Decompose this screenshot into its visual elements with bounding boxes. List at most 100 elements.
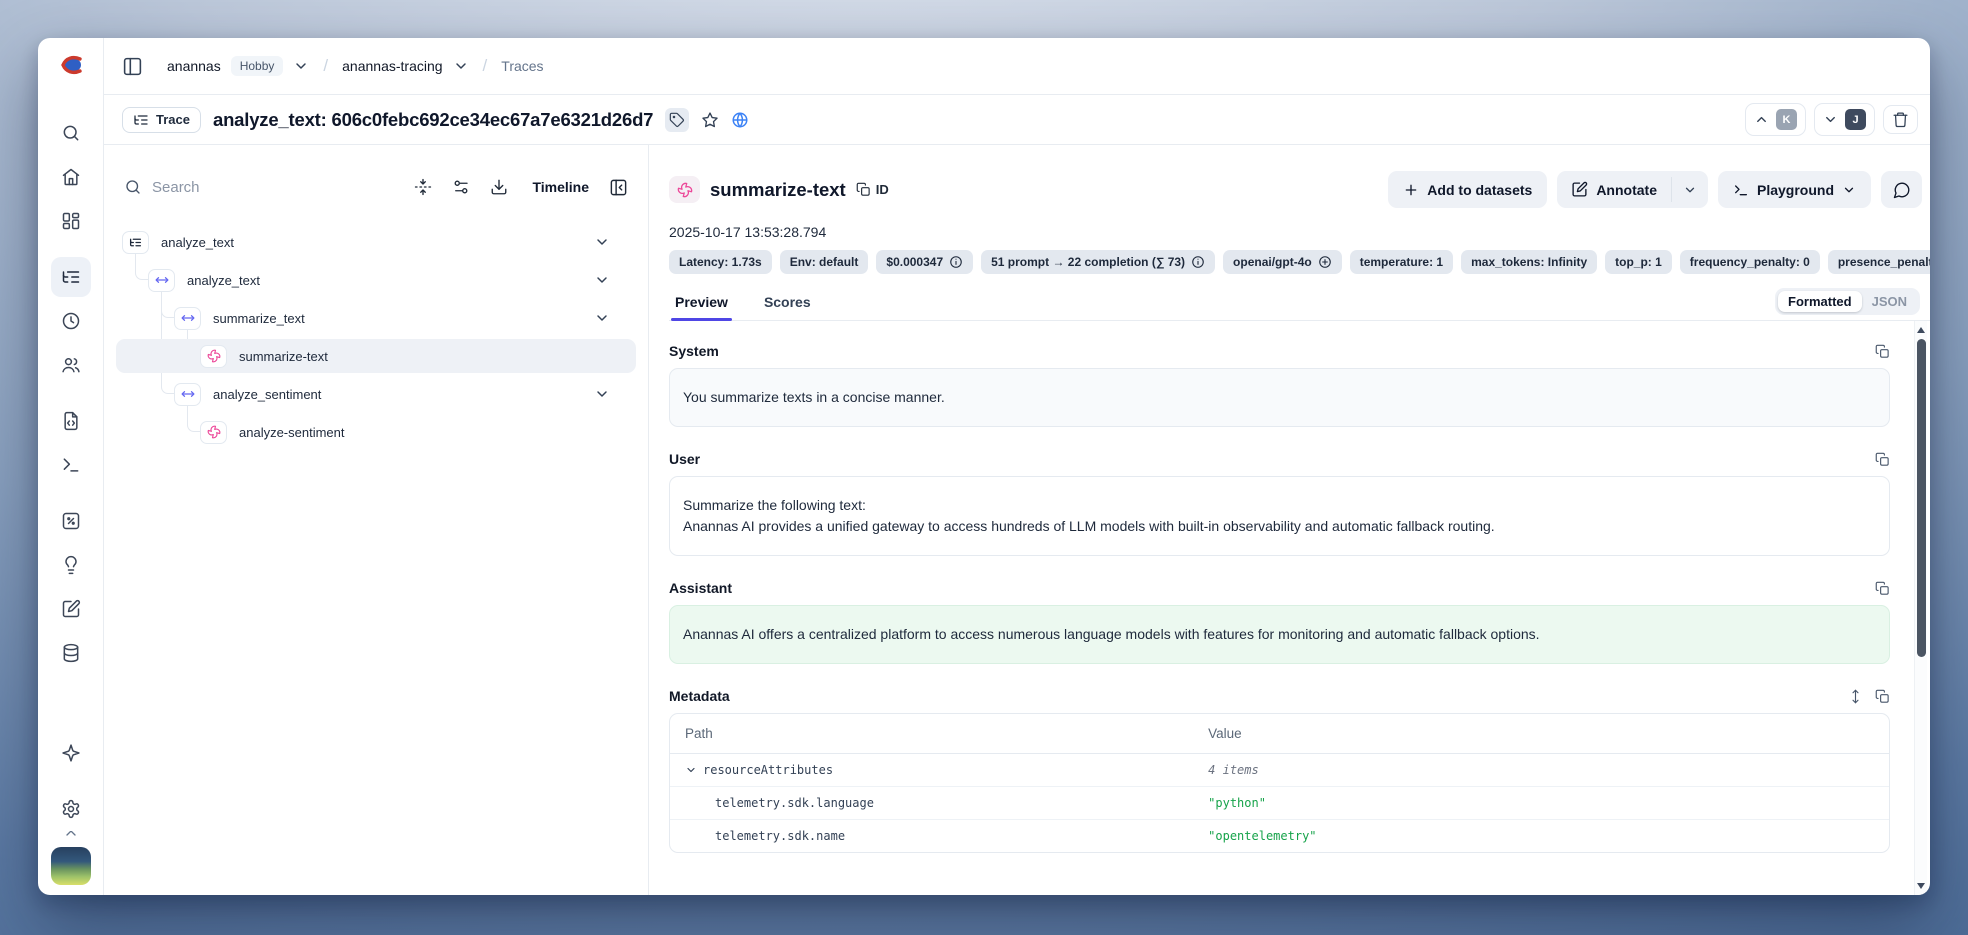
breadcrumb-separator: / [483,56,488,76]
top-p-badge: top_p: 1 [1605,250,1672,274]
fold-vertical-icon[interactable] [414,178,432,196]
tree-row[interactable]: analyze-sentiment [116,413,636,451]
copy-icon[interactable] [1875,689,1890,704]
playground-button[interactable]: Playground [1718,171,1871,208]
breadcrumb-section[interactable]: Traces [501,58,543,74]
detail-tabs: Preview Scores Formatted JSON [669,288,1930,321]
tag-icon[interactable] [665,108,689,132]
public-globe-icon[interactable] [731,111,749,129]
scroll-down-arrow[interactable] [1915,879,1927,893]
timeline-toggle[interactable]: Timeline [532,179,589,195]
table-row[interactable]: telemetry.sdk.language "python" [670,787,1889,820]
copy-id-button[interactable]: ID [856,182,889,197]
sidebar-item-datasets[interactable] [51,633,91,673]
collapse-panel-icon[interactable] [609,178,628,197]
sidebar-item-evaluators[interactable] [51,501,91,541]
format-formatted[interactable]: Formatted [1778,291,1862,312]
comments-button[interactable] [1881,171,1922,208]
copy-icon[interactable] [1875,344,1890,359]
vertical-scrollbar[interactable] [1914,321,1927,895]
workspace-avatar[interactable] [51,847,91,885]
scroll-up-arrow[interactable] [1915,323,1927,337]
sidebar-item-prompts[interactable] [51,401,91,441]
chevron-down-icon [1683,183,1697,197]
user-section: User Summarize the following text: Anann… [669,451,1890,556]
anannas-logo-icon[interactable] [58,54,84,81]
annotate-split-button: Annotate [1557,171,1708,208]
delete-trace-button[interactable] [1883,105,1918,134]
tree-row[interactable]: analyze_text [116,261,636,299]
breadcrumb-org[interactable]: anannas [167,58,221,74]
copy-icon[interactable] [1875,452,1890,467]
sidebar-item-dashboard[interactable] [51,201,91,241]
upgrade-sparkle-icon[interactable] [51,733,91,773]
collapse-chevron-icon[interactable] [594,234,610,250]
sidebar-item-insights[interactable] [51,545,91,585]
sidebar-item-sessions[interactable] [51,301,91,341]
project-chevron-down-icon[interactable] [453,58,469,74]
info-icon[interactable] [1191,255,1205,269]
copy-icon[interactable] [1875,581,1890,596]
span-tree: analyze_text analyze_text summarize_text [116,223,636,895]
star-icon[interactable] [701,111,719,129]
scrollbar-thumb[interactable] [1917,339,1926,657]
trace-title: analyze_text: 606c0febc692ce34ec67a7e632… [213,109,653,131]
model-badge: openai/gpt-4o [1223,250,1342,274]
metadata-table: Path Value resourceAttributes 4 items [669,713,1890,853]
prev-trace-button[interactable]: K [1745,103,1806,136]
observation-detail-panel: summarize-text ID Add to datasets [649,145,1930,895]
tree-row[interactable]: analyze_text [116,223,636,261]
max-tokens-badge: max_tokens: Infinity [1461,250,1597,274]
sidebar-item-tracing[interactable] [51,257,91,297]
format-json[interactable]: JSON [1862,291,1917,312]
observation-timestamp: 2025-10-17 13:53:28.794 [669,224,1930,240]
expand-vertical-icon[interactable] [1848,689,1863,704]
user-message: Summarize the following text: Anannas AI… [669,476,1890,556]
tab-scores[interactable]: Scores [760,294,815,320]
annotate-pen-icon [1571,181,1588,198]
table-row[interactable]: telemetry.sdk.name "opentelemetry" [670,820,1889,852]
plus-icon [1403,182,1419,198]
download-icon[interactable] [490,178,508,196]
tab-preview[interactable]: Preview [671,294,732,320]
assistant-section: Assistant Anannas AI offers a centralize… [669,580,1890,664]
trace-type-badge: Trace [122,107,201,133]
sidebar-item-annotations[interactable] [51,589,91,629]
assistant-heading: Assistant [669,580,732,596]
info-icon[interactable] [949,255,963,269]
sidebar-item-playground[interactable] [51,445,91,485]
metadata-section: Metadata Path Value [669,688,1890,853]
add-to-datasets-button[interactable]: Add to datasets [1388,171,1547,208]
trace-type-label: Trace [156,112,190,127]
annotate-dropdown-button[interactable] [1672,171,1708,208]
collapse-chevron-icon[interactable] [594,310,610,326]
sidebar-item-users[interactable] [51,345,91,385]
search-input[interactable] [152,179,394,196]
detail-header: summarize-text ID Add to datasets [669,171,1930,208]
profile-chevron-up-icon[interactable] [63,831,79,841]
org-chevron-down-icon[interactable] [293,58,309,74]
settings-gear-icon[interactable] [51,789,91,829]
tree-row-selected[interactable]: summarize-text [116,337,636,375]
icon-rail [38,38,104,895]
plus-circle-icon[interactable] [1318,255,1332,269]
next-trace-button[interactable]: J [1814,103,1875,136]
copy-icon [856,182,871,197]
main-column: anannas Hobby / anannas-tracing / Traces… [104,38,1930,895]
annotate-button[interactable]: Annotate [1557,171,1671,208]
breadcrumb-project[interactable]: anannas-tracing [342,58,442,74]
terminal-icon [1733,182,1749,198]
plan-badge: Hobby [231,56,284,76]
generation-icon [200,345,227,368]
table-row[interactable]: resourceAttributes 4 items [670,754,1889,787]
tree-row[interactable]: analyze_sentiment [116,375,636,413]
sidebar-item-home[interactable] [51,157,91,197]
sidebar-item-search[interactable] [51,113,91,153]
collapse-chevron-icon[interactable] [594,386,610,402]
collapse-chevron-icon[interactable] [685,764,697,776]
sidebar-toggle-icon[interactable] [122,56,143,77]
view-settings-icon[interactable] [452,178,470,196]
collapse-chevron-icon[interactable] [594,272,610,288]
tree-row[interactable]: summarize_text [116,299,636,337]
latency-badge: Latency: 1.73s [669,250,772,274]
